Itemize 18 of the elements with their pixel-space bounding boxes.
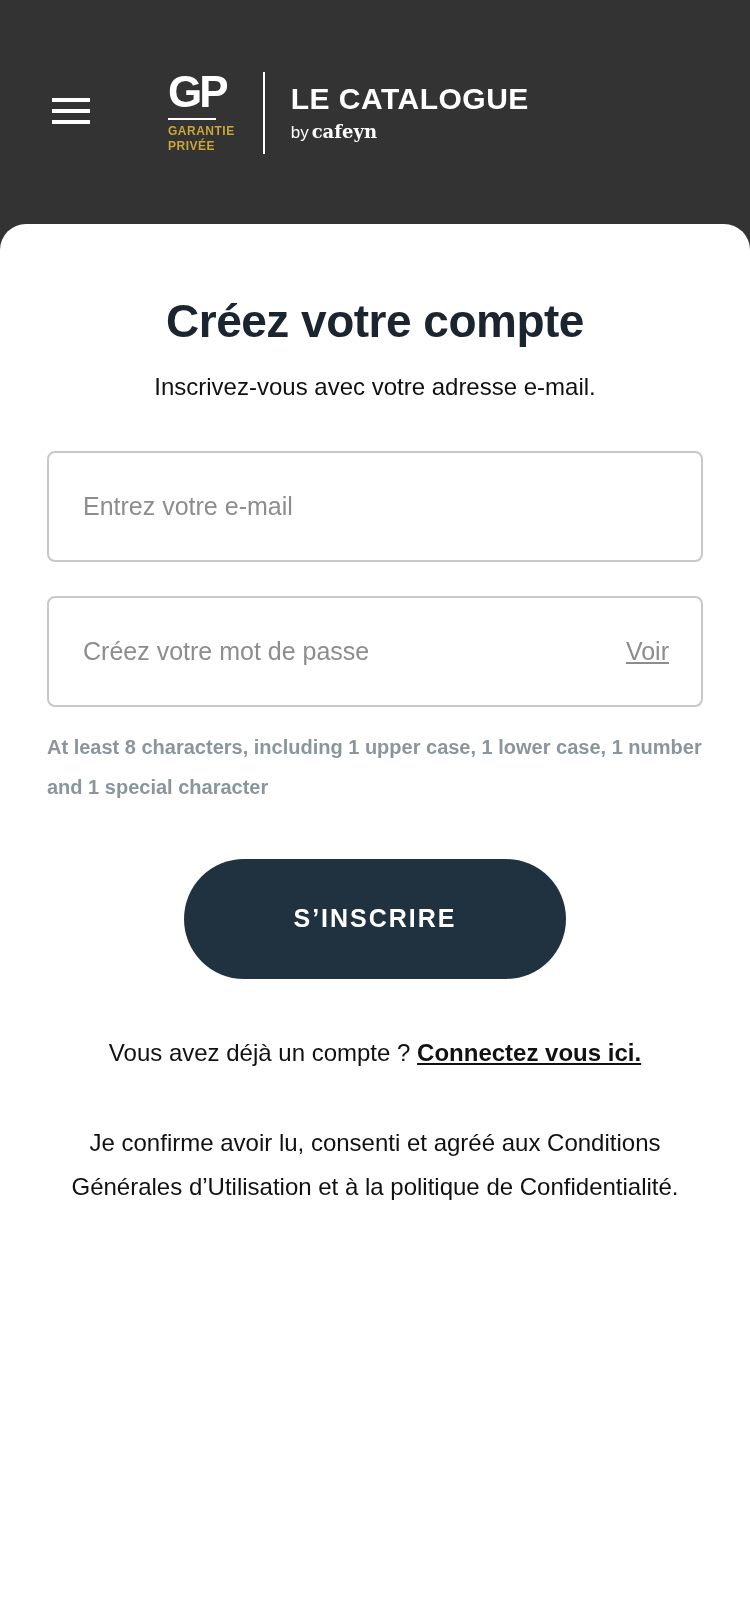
- logo-rule: [168, 118, 216, 120]
- menu-icon[interactable]: [52, 98, 90, 124]
- login-prompt: Vous avez déjà un compte ?: [108, 1039, 411, 1067]
- logo-title: LE CATALOGUE: [290, 82, 529, 116]
- logo-monogram: GP: [168, 72, 228, 112]
- partner-logo: cafeyn: [311, 121, 377, 142]
- input-field[interactable]: Créez votre mot de passe: [81, 631, 626, 672]
- terms-text: Je confirme avoir lu, consenti et agréé aux Conditions Générales d’Utilisation et à la politique de Confidentialité.: [70, 1128, 680, 1203]
- logo-tagline: PRIVÉE: [168, 139, 216, 154]
- logo-byline: by: [290, 123, 309, 142]
- input-field[interactable]: Entrez votre e-mail: [81, 486, 669, 527]
- subtitle: Inscrivez-vous avec votre adresse e-mail.: [153, 372, 597, 403]
- page-title: Créez votre compte: [165, 294, 585, 349]
- login-link[interactable]: Connectez vous ici.: [417, 1039, 642, 1067]
- signup-button[interactable]: S’INSCRIRE: [184, 859, 566, 980]
- input-field[interactable]: Entrez votre e-mail: [47, 451, 703, 563]
- logo-tagline: GARANTIE: [168, 124, 235, 138]
- password-hint: At least 8 characters, including 1 upper case, 1 lower case, 1 number and 1 special character: [47, 735, 703, 801]
